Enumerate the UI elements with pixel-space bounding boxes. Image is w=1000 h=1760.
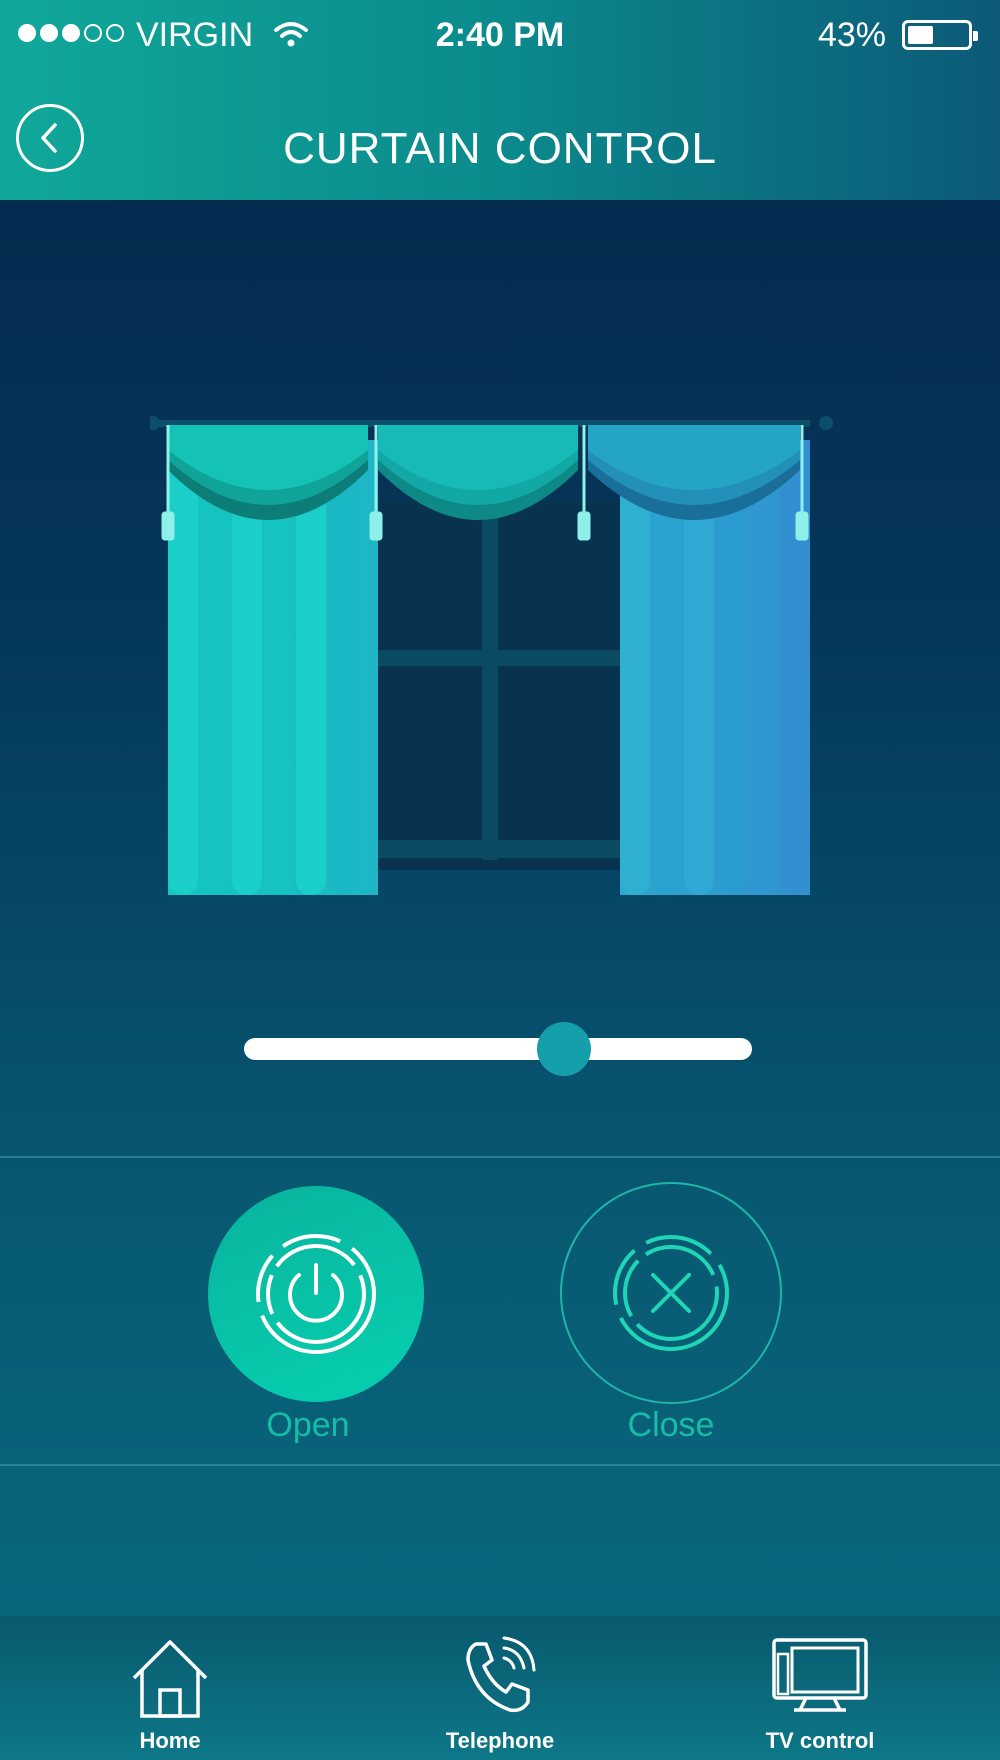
close-label: Close: [627, 1406, 715, 1444]
tab-telephone-label: Telephone: [445, 1728, 555, 1753]
app-header: VIRGIN 2:40 PM 43% CURTAIN CONTROL: [0, 0, 1000, 200]
status-bar: VIRGIN 2:40 PM 43%: [0, 0, 1000, 72]
slider-track[interactable]: [244, 1038, 752, 1060]
battery-icon: [902, 20, 978, 50]
divider-top: [0, 1156, 1000, 1158]
close-button[interactable]: [560, 1182, 782, 1404]
slider-thumb[interactable]: [537, 1022, 592, 1076]
curtain-illustration: [150, 416, 833, 895]
tab-tv-control[interactable]: TV control: [740, 1616, 900, 1760]
battery-percent: 43%: [817, 16, 886, 54]
battery-level: [908, 26, 933, 44]
tab-home-label: Home: [139, 1728, 201, 1753]
tab-bar: Home Telephone TV control: [0, 1616, 1000, 1760]
open-button[interactable]: [208, 1186, 424, 1402]
home-icon: [132, 1640, 208, 1718]
power-icon: [256, 1234, 376, 1354]
rod-end-right: [819, 416, 833, 430]
page-title: CURTAIN CONTROL: [283, 124, 717, 173]
divider-bottom: [0, 1464, 1000, 1466]
curtain-control-screen: VIRGIN 2:40 PM 43% CURTAIN CONTROL Open …: [0, 0, 1000, 1760]
tab-tv-control-label: TV control: [765, 1728, 875, 1753]
rod-end-left: [150, 416, 160, 430]
curtain-position-slider[interactable]: [244, 1022, 752, 1076]
curtain-valance: [168, 425, 800, 520]
open-label: Open: [266, 1406, 350, 1444]
tab-telephone[interactable]: Telephone: [420, 1616, 580, 1760]
tab-home[interactable]: Home: [100, 1616, 240, 1760]
tv-icon: [772, 1638, 868, 1712]
phone-icon: [466, 1636, 536, 1713]
close-icon: [613, 1235, 729, 1351]
